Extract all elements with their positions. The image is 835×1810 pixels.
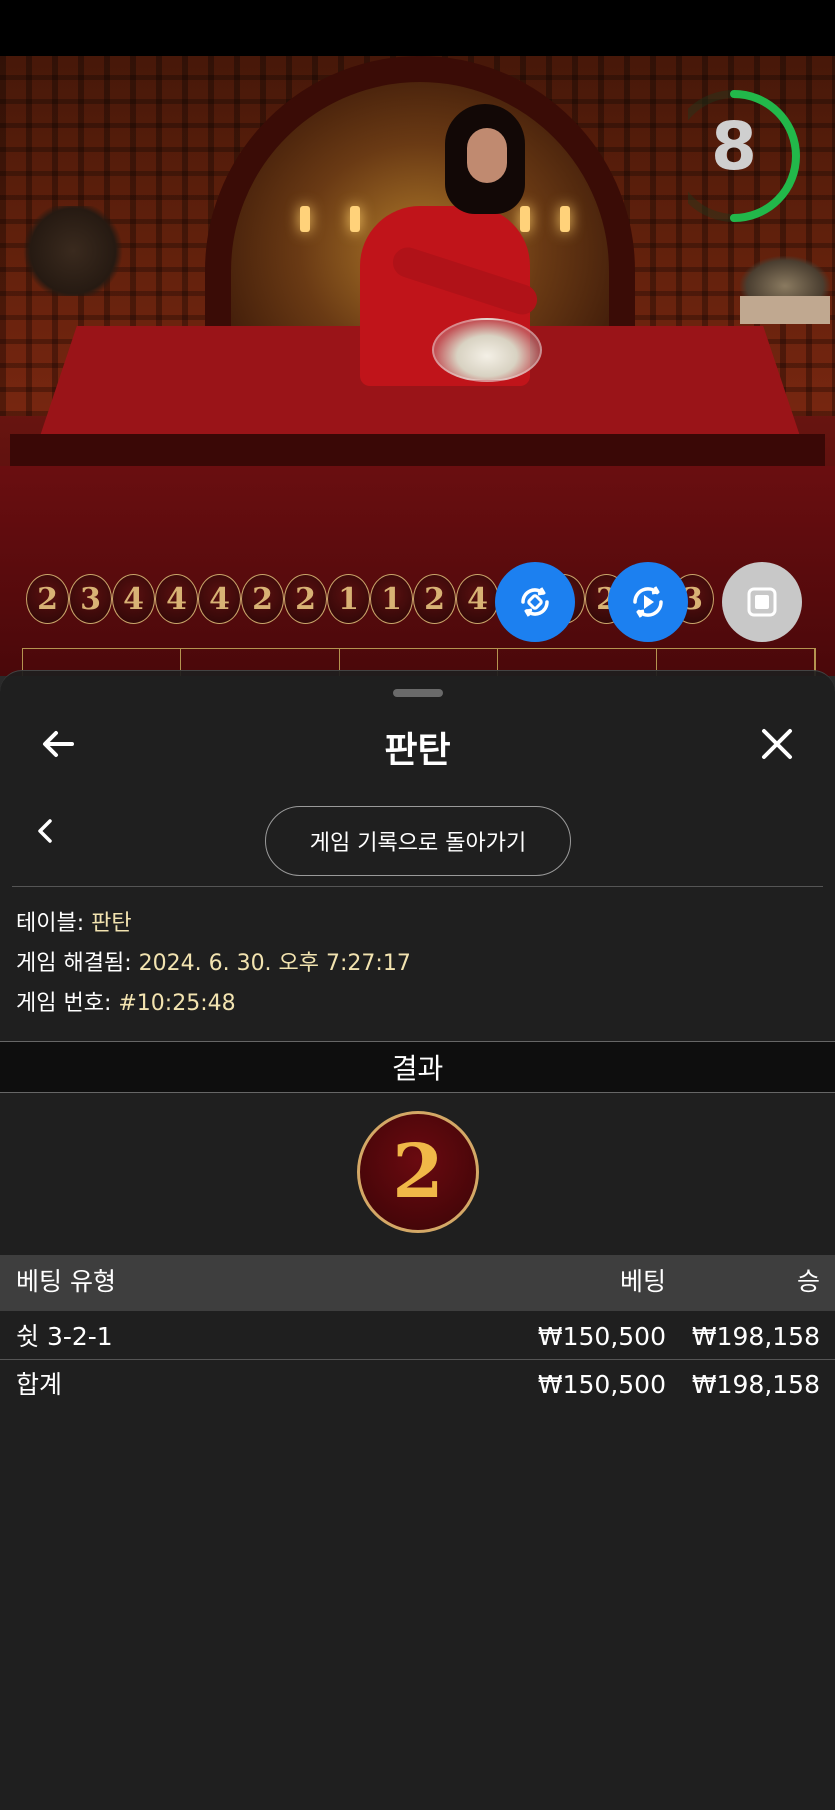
roadmap-bead: 2 (241, 574, 284, 624)
timer-value: 8 (711, 108, 757, 185)
autoplay-button[interactable] (495, 562, 575, 642)
status-bar (0, 0, 835, 56)
game-number-label: 게임 번호: (16, 991, 119, 1016)
roadmap-bead: 4 (198, 574, 241, 624)
candle (520, 206, 530, 232)
row-bet-amount: ₩150,500 (537, 1322, 666, 1351)
replay-icon (633, 586, 663, 618)
roadmap-bead: 1 (370, 574, 413, 624)
candle (300, 206, 310, 232)
autoplay-icon (521, 587, 549, 617)
table-label: 테이블: (16, 911, 92, 936)
roadmap-bead: 3 (69, 574, 112, 624)
stop-icon (747, 587, 777, 617)
total-bet-amount: ₩150,500 (537, 1370, 666, 1399)
roadmap-bead: 1 (327, 574, 370, 624)
row-divider (0, 1359, 835, 1360)
roadmap-bead: 2 (413, 574, 456, 624)
stop-button[interactable] (722, 562, 802, 642)
result-ball: 2 (357, 1111, 479, 1233)
close-icon (762, 729, 792, 759)
roadmap-bead: 2 (284, 574, 327, 624)
col-bet-type: 베팅 유형 (16, 1267, 116, 1296)
sheet-title: 판탄 (384, 730, 451, 771)
resolved-value: 2024. 6. 30. 오후 7:27:17 (138, 951, 411, 976)
candle (560, 206, 570, 232)
candle (350, 206, 360, 232)
sheet-drag-handle[interactable] (393, 689, 443, 697)
game-detail-sheet: 판탄 게임 기록으로 돌아가기 테이블: 판탄 게임 해결됨: 2024. 6.… (0, 670, 835, 1810)
row-bet-type: 쉿 3-2-1 (16, 1322, 113, 1351)
total-win-amount: ₩198,158 (691, 1370, 820, 1399)
table-info: 테이블: 판탄 (16, 913, 132, 935)
previous-game-button[interactable] (30, 811, 60, 851)
total-label: 합계 (16, 1370, 63, 1399)
table-value: 판탄 (91, 911, 132, 936)
roadmap-bead: 4 (112, 574, 155, 624)
close-button[interactable] (754, 721, 800, 767)
dealer-face (467, 128, 507, 183)
chevron-left-icon (38, 819, 52, 843)
game-number-info: 게임 번호: #10:25:48 (16, 993, 236, 1015)
game-number-value: #10:25:48 (118, 991, 236, 1016)
statue-pedestal (740, 296, 830, 324)
resolved-info: 게임 해결됨: 2024. 6. 30. 오후 7:27:17 (16, 953, 411, 975)
game-screen: 8 23444221124323 (0, 0, 835, 1810)
replay-button[interactable] (608, 562, 688, 642)
result-header: 결과 (0, 1041, 835, 1093)
roadmap-bead: 4 (155, 574, 198, 624)
table-front (0, 466, 835, 676)
back-to-history-button[interactable]: 게임 기록으로 돌아가기 (265, 806, 571, 876)
resolved-label: 게임 해결됨: (16, 951, 139, 976)
roadmap-bead: 2 (26, 574, 69, 624)
roadmap-bead: 4 (456, 574, 499, 624)
countdown-timer: 8 (668, 86, 808, 226)
bead-bowl (432, 318, 542, 382)
divider (12, 886, 823, 887)
col-win: 승 (796, 1267, 820, 1296)
bonsai-decoration (18, 206, 128, 296)
row-win-amount: ₩198,158 (691, 1322, 820, 1351)
col-bet: 베팅 (619, 1267, 666, 1296)
